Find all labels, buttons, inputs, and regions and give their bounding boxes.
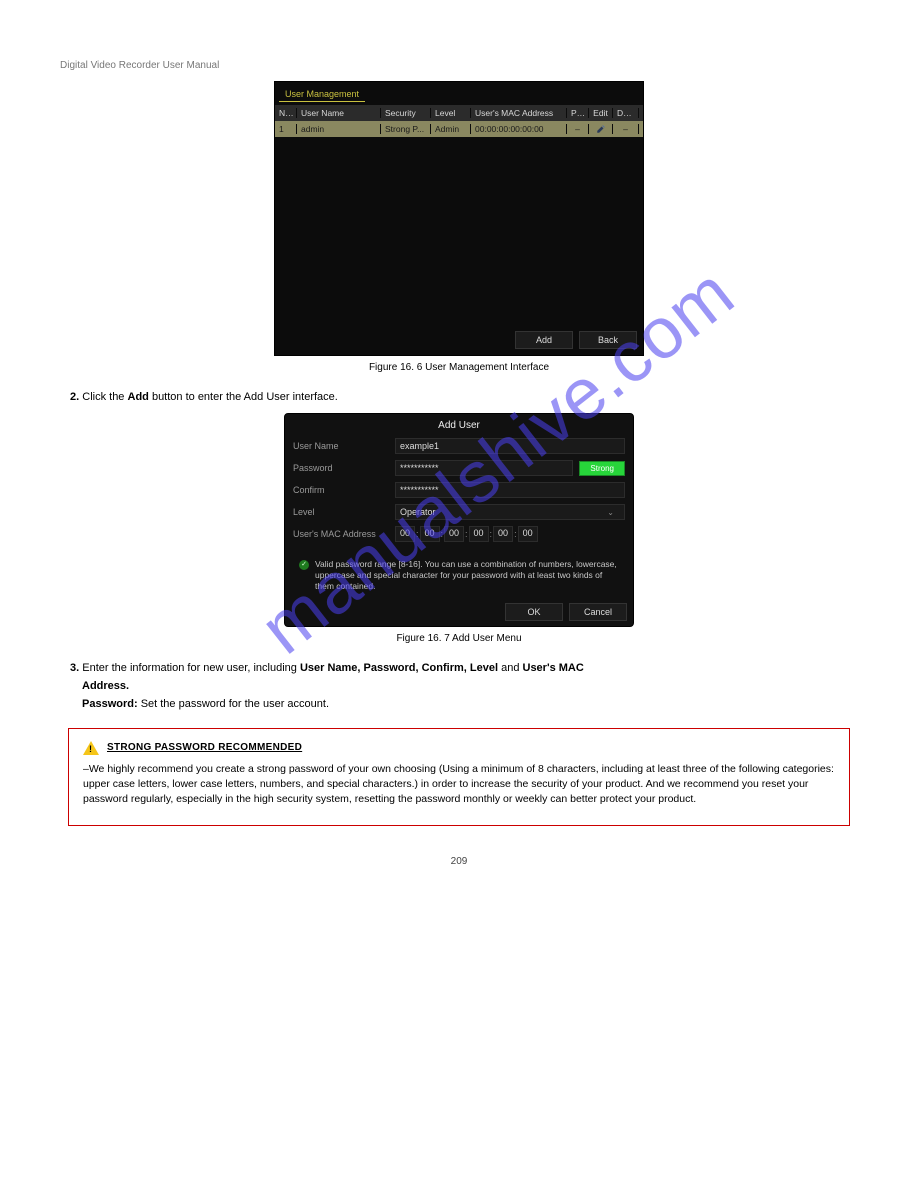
panel-title: User Management: [279, 85, 365, 102]
cell-mac: 00:00:00:00:00:00: [471, 124, 567, 134]
col-level: Level: [431, 108, 471, 118]
page-number: 209: [60, 856, 858, 867]
figure-caption-1: Figure 16. 6 User Management Interface: [60, 362, 858, 373]
ok-button[interactable]: OK: [505, 603, 563, 621]
check-icon: ✓: [299, 560, 309, 570]
cell-level: Admin: [431, 124, 471, 134]
cell-permission[interactable]: –: [567, 124, 589, 134]
password-strength-badge: Strong: [579, 461, 625, 476]
add-user-dialog: Add User User Name example1 Password ***…: [284, 413, 634, 627]
mac-seg-2[interactable]: 00: [444, 526, 464, 542]
cancel-button[interactable]: Cancel: [569, 603, 627, 621]
step-2: 2. Click the Add button to enter the Add…: [70, 391, 858, 403]
step-3: 3. Enter the information for new user, i…: [70, 662, 858, 674]
mac-seg-4[interactable]: 00: [493, 526, 513, 542]
password-label: Password: [293, 463, 389, 473]
confirm-label: Confirm: [293, 485, 389, 495]
level-label: Level: [293, 507, 389, 517]
step3-password-line: Password: Set the password for the user …: [82, 698, 858, 710]
step-label-3: 3.: [70, 662, 79, 674]
col-security: Security: [381, 108, 431, 118]
cell-user: admin: [297, 124, 381, 134]
level-select[interactable]: Operator ⌄: [395, 504, 625, 520]
password-hint: ✓ Valid password range [8-16]. You can u…: [285, 545, 633, 596]
back-button[interactable]: Back: [579, 331, 637, 349]
col-no: No.: [275, 108, 297, 118]
mac-seg-1[interactable]: 00: [420, 526, 440, 542]
step3-line1: Enter the information for new user, incl…: [82, 662, 584, 674]
doc-header: Digital Video Recorder User Manual: [60, 60, 858, 71]
username-input[interactable]: example1: [395, 438, 625, 454]
col-permission: Pe...: [567, 108, 589, 118]
warning-icon: [83, 741, 99, 755]
col-user: User Name: [297, 108, 381, 118]
user-management-panel: User Management No. User Name Security L…: [274, 81, 644, 356]
figure-caption-2: Figure 16. 7 Add User Menu: [60, 633, 858, 644]
cell-delete[interactable]: –: [613, 124, 639, 134]
cell-security: Strong P...: [381, 124, 431, 134]
chevron-down-icon: ⌄: [607, 508, 620, 517]
step-label: 2.: [70, 391, 79, 403]
mac-label: User's MAC Address: [293, 529, 389, 539]
mac-input-group: 00: 00: 00: 00: 00: 00: [395, 526, 625, 542]
confirm-input[interactable]: ***********: [395, 482, 625, 498]
table-row[interactable]: 1 admin Strong P... Admin 00:00:00:00:00…: [275, 121, 643, 137]
mac-seg-5[interactable]: 00: [518, 526, 538, 542]
add-button[interactable]: Add: [515, 331, 573, 349]
password-input[interactable]: ***********: [395, 460, 573, 476]
table-header-row: No. User Name Security Level User's MAC …: [275, 105, 643, 121]
document-page: Digital Video Recorder User Manual User …: [0, 0, 918, 907]
edit-icon[interactable]: [589, 124, 613, 135]
col-edit: Edit: [589, 108, 613, 118]
step-text: Click the Add button to enter the Add Us…: [82, 391, 338, 403]
hint-text: Valid password range [8-16]. You can use…: [315, 559, 619, 592]
mac-seg-0[interactable]: 00: [395, 526, 415, 542]
warning-box: STRONG PASSWORD RECOMMENDED –We highly r…: [68, 728, 850, 826]
dialog-title: Add User: [285, 414, 633, 435]
col-mac: User's MAC Address: [471, 108, 567, 118]
warning-title: STRONG PASSWORD RECOMMENDED: [107, 741, 302, 756]
username-label: User Name: [293, 441, 389, 451]
mac-seg-3[interactable]: 00: [469, 526, 489, 542]
col-delete: Del...: [613, 108, 639, 118]
step3-line2: Address.: [82, 680, 858, 692]
level-value: Operator: [400, 507, 436, 517]
warning-text: –We highly recommend you create a strong…: [83, 762, 835, 808]
cell-no: 1: [275, 124, 297, 134]
